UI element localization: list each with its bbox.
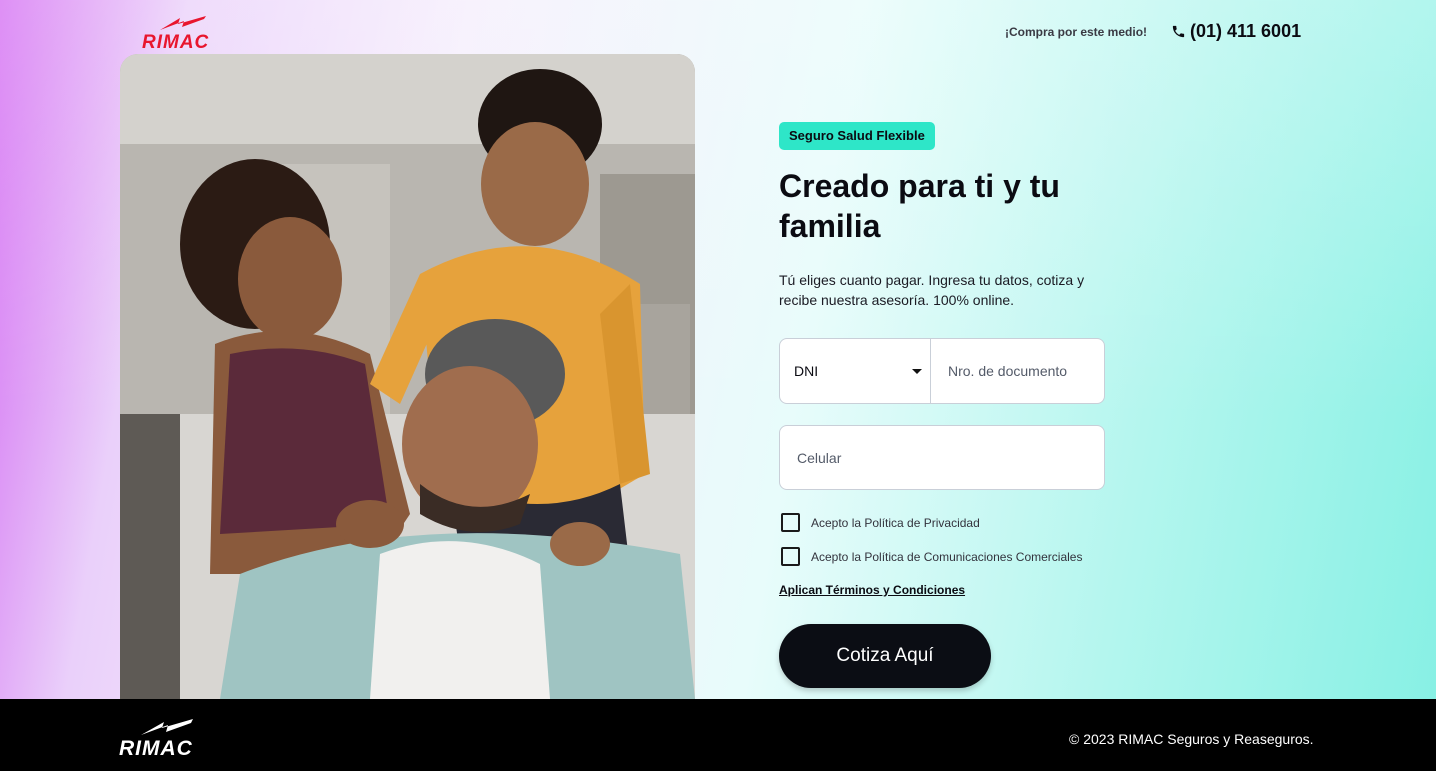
copyright-text: © 2023 RIMAC Seguros y Reaseguros. [1069, 731, 1314, 747]
logo-text: RIMAC [142, 32, 210, 53]
comms-consent-row[interactable]: Acepto la Política de Comunicaciones Com… [781, 547, 1082, 566]
privacy-checkbox[interactable] [781, 513, 800, 532]
comms-label: Acepto la Política de Comunicaciones Com… [811, 549, 1083, 564]
document-number-input[interactable] [931, 338, 1105, 404]
page-title: Creado para ti y tu familia [779, 168, 1060, 244]
terms-link[interactable]: Aplican Términos y Condiciones [779, 583, 965, 597]
privacy-label: Acepto la Política de Privacidad [811, 515, 980, 530]
hero-family-photo [120, 54, 695, 699]
phone-link[interactable]: (01) 411 6001 [1171, 21, 1301, 42]
chevron-down-icon [912, 369, 922, 374]
document-type-value: DNI [794, 363, 819, 379]
rimac-logo[interactable]: RIMAC [142, 14, 218, 53]
buy-channel-text: ¡Compra por este medio! [1005, 25, 1148, 39]
document-field-group: DNI [779, 338, 1105, 404]
cellphone-input[interactable] [779, 425, 1105, 490]
footer-logo-bolt-icon [141, 719, 193, 735]
product-badge: Seguro Salud Flexible [779, 122, 935, 150]
phone-number: (01) 411 6001 [1190, 21, 1302, 41]
privacy-consent-row[interactable]: Acepto la Política de Privacidad [781, 513, 980, 532]
document-type-select[interactable]: DNI [779, 338, 931, 404]
footer-logo-text: RIMAC [119, 737, 193, 760]
comms-checkbox[interactable] [781, 547, 800, 566]
page-subtitle: Tú eliges cuanto pagar. Ingresa tu datos… [779, 272, 1085, 308]
logo-bolt-icon [160, 16, 206, 30]
phone-icon [1172, 25, 1185, 38]
footer: RIMAC © 2023 RIMAC Seguros y Reaseguros. [0, 699, 1436, 771]
footer-rimac-logo[interactable]: RIMAC [119, 717, 209, 761]
quote-button[interactable]: Cotiza Aquí [779, 624, 991, 688]
